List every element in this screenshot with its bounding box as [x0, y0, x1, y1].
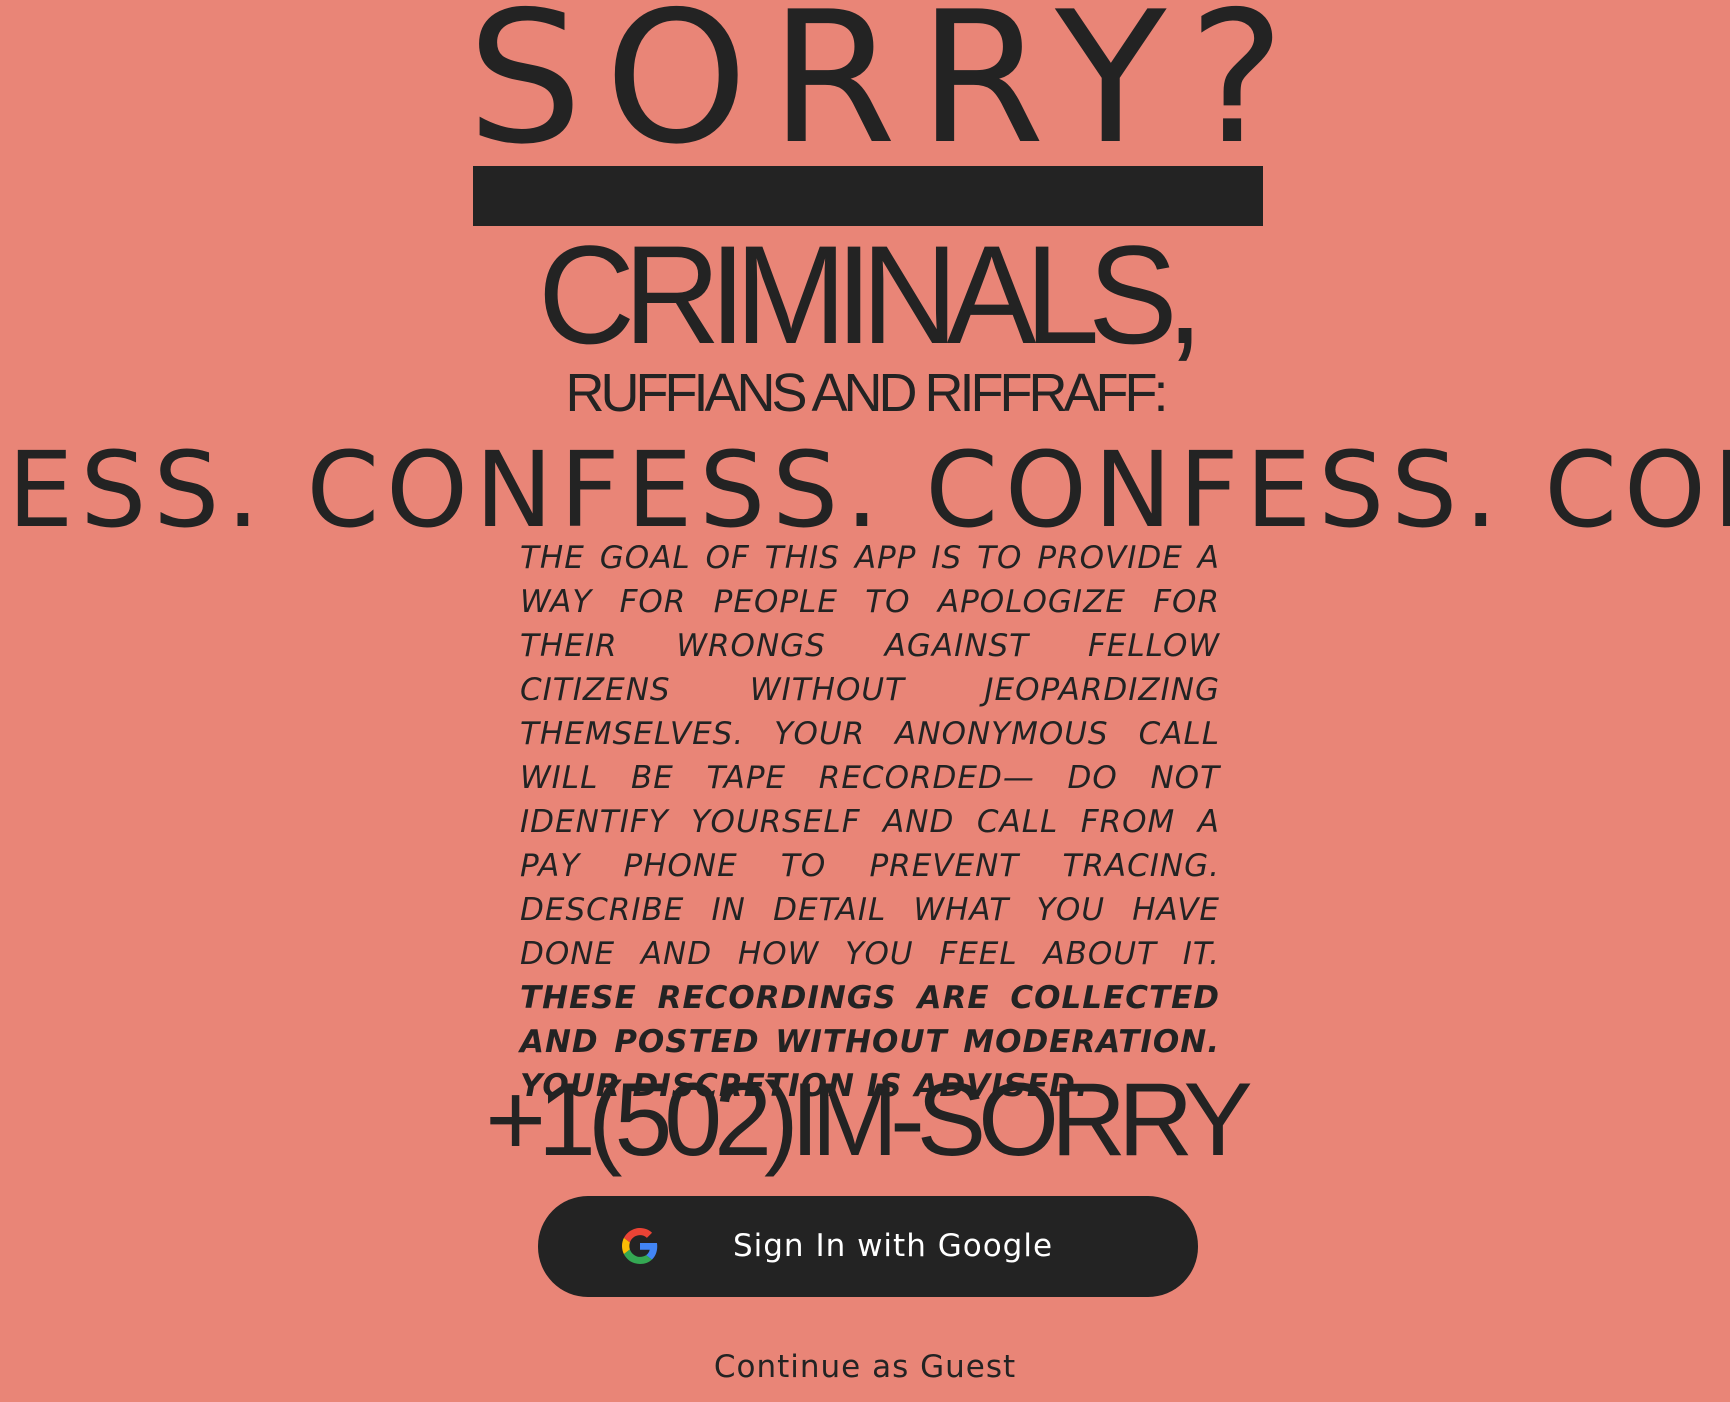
description-text: THE GOAL OF THIS APP IS TO PROVIDE A WAY… [520, 540, 1220, 972]
headline-criminals: CRIMINALS, [538, 216, 1204, 373]
confess-marquee: NFESS. CONFESS. CONFESS. CON [0, 430, 1730, 550]
confess-marquee-text: NFESS. CONFESS. CONFESS. CON [0, 430, 1730, 550]
continue-as-guest-link[interactable]: Continue as Guest [0, 1345, 1730, 1389]
page-title: SORRY? [467, 0, 1307, 184]
phone-number[interactable]: +1(502)IM-SORRY [0, 1060, 1730, 1180]
app-description: THE GOAL OF THIS APP IS TO PROVIDE A WAY… [520, 536, 1220, 1108]
google-sign-in-label: Sign In with Google [732, 1228, 1054, 1264]
headline-ruffians: RUFFIANS AND RIFFRAFF: [565, 363, 1169, 423]
google-sign-in-button[interactable]: Sign In with Google [538, 1196, 1198, 1297]
